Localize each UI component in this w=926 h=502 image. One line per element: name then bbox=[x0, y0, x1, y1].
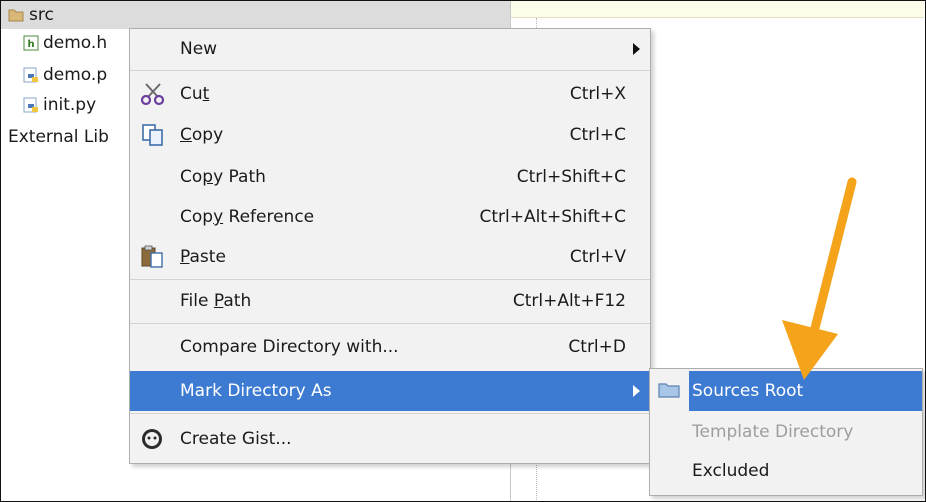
menu-item-label: Copy Path bbox=[180, 167, 266, 187]
shortcut-text: Ctrl+C bbox=[569, 125, 626, 145]
menu-item-new[interactable]: New bbox=[130, 29, 650, 69]
menu-item-file-path[interactable]: File Path Ctrl+Alt+F12 bbox=[130, 281, 650, 321]
shortcut-text: Ctrl+V bbox=[569, 247, 626, 267]
shortcut-text: Ctrl+D bbox=[568, 337, 626, 357]
menu-item-label: Cut bbox=[180, 84, 210, 104]
folder-icon bbox=[8, 9, 24, 22]
tree-item-label: demo.p bbox=[43, 65, 108, 85]
tree-item-label: src bbox=[29, 5, 54, 25]
shortcut-text: Ctrl+Shift+C bbox=[516, 167, 626, 187]
menu-item-copy-reference[interactable]: Copy Reference Ctrl+Alt+Shift+C bbox=[130, 197, 650, 237]
menu-item-label: Paste bbox=[180, 247, 226, 267]
menu-item-label: Copy Reference bbox=[180, 207, 315, 227]
shortcut-text: Ctrl+Alt+F12 bbox=[512, 291, 626, 311]
copy-icon bbox=[142, 124, 163, 146]
menu-item-cut[interactable]: Cut Ctrl+X bbox=[130, 74, 650, 114]
tree-item-src[interactable]: src bbox=[1, 1, 510, 29]
tree-item-label: External Lib bbox=[8, 127, 109, 147]
menu-item-label: File Path bbox=[180, 291, 252, 311]
svg-text:h: h bbox=[27, 39, 34, 50]
menu-item-label: Copy bbox=[180, 125, 224, 145]
menu-item-label: Mark Directory As bbox=[180, 381, 332, 401]
annotation-arrow-icon bbox=[782, 177, 857, 380]
html-file-icon: h bbox=[23, 35, 39, 51]
submenu-item-label: Template Directory bbox=[692, 422, 854, 442]
shortcut-text: Ctrl+X bbox=[569, 84, 626, 104]
submenu-item-label: Excluded bbox=[692, 461, 770, 481]
menu-item-paste[interactable]: Paste Ctrl+V bbox=[130, 237, 650, 277]
python-file-icon bbox=[23, 67, 38, 83]
context-menu: New Cut Ctrl+X Copy Ctrl+C Copy Path Ctr… bbox=[129, 28, 651, 464]
menu-item-label: New bbox=[180, 39, 218, 59]
scissors-icon bbox=[140, 83, 165, 106]
submenu-arrow-icon bbox=[633, 385, 640, 397]
menu-item-compare-directory[interactable]: Compare Directory with... Ctrl+D bbox=[130, 327, 650, 367]
menu-item-mark-directory-as[interactable]: Mark Directory As bbox=[130, 371, 650, 411]
shortcut-text: Ctrl+Alt+Shift+C bbox=[479, 207, 626, 227]
menu-item-label: Create Gist... bbox=[180, 429, 292, 449]
menu-item-copy-path[interactable]: Copy Path Ctrl+Shift+C bbox=[130, 157, 650, 197]
submenu-item-excluded[interactable]: Excluded bbox=[650, 451, 922, 491]
menu-item-copy[interactable]: Copy Ctrl+C bbox=[130, 115, 650, 155]
folder-icon bbox=[658, 383, 680, 398]
tree-item-label: demo.h bbox=[43, 33, 108, 53]
menu-item-label: Compare Directory with... bbox=[180, 337, 399, 357]
paste-icon bbox=[141, 245, 163, 268]
menu-separator bbox=[130, 413, 650, 414]
editor-header-strip bbox=[511, 1, 924, 18]
submenu-item-template-directory[interactable]: Template Directory bbox=[650, 412, 922, 452]
submenu-arrow-icon bbox=[633, 43, 640, 55]
menu-separator bbox=[130, 323, 650, 324]
menu-separator bbox=[130, 279, 650, 280]
menu-item-create-gist[interactable]: Create Gist... bbox=[130, 419, 650, 459]
tree-item-label: init.py bbox=[43, 95, 97, 115]
menu-separator bbox=[130, 70, 650, 71]
github-octocat-icon bbox=[142, 429, 162, 449]
python-file-icon bbox=[23, 97, 38, 113]
